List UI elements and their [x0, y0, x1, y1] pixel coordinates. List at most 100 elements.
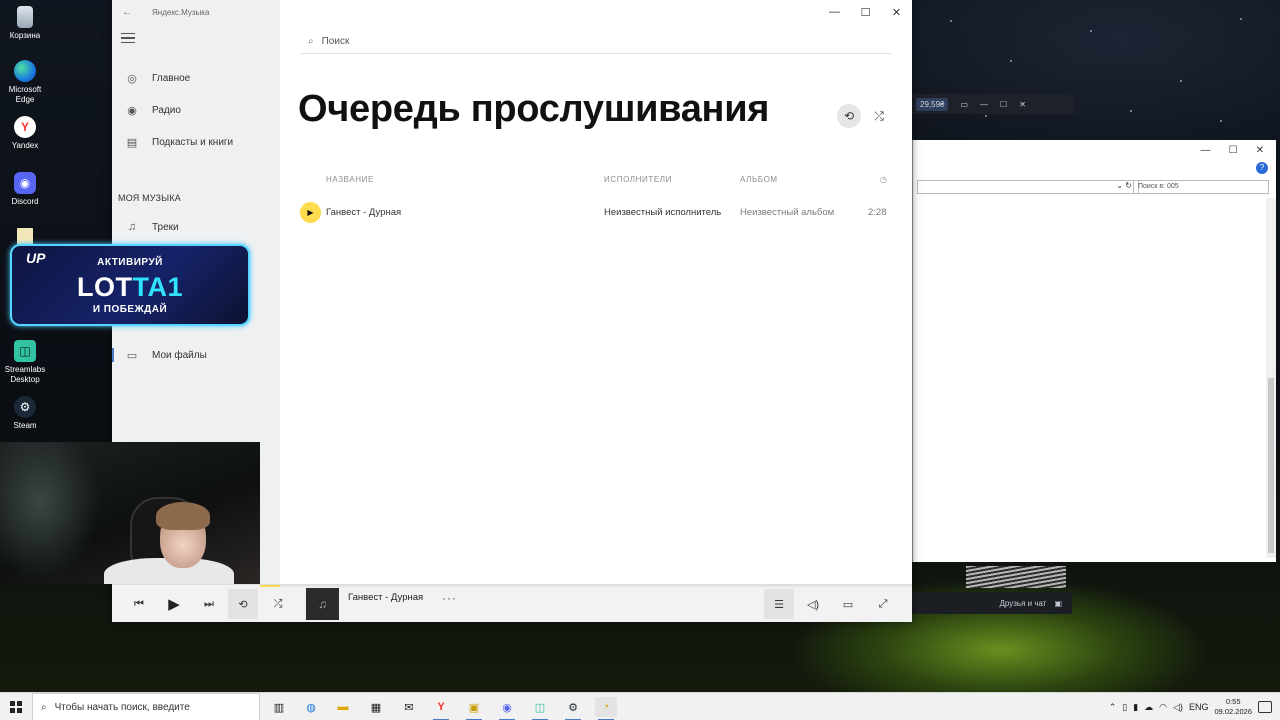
play-button[interactable]: ▶ [159, 589, 189, 619]
column-header-album[interactable]: АЛЬБОМ [740, 175, 778, 184]
clock[interactable]: 0:55 09.02.2026 [1214, 697, 1252, 717]
desktop-icon-yandex[interactable]: Y Yandex [0, 116, 50, 151]
promo-banner: UP АКТИВИРУЙ LOTTA1 И ПОБЕЖДАЙ [10, 244, 250, 326]
hamburger-menu-icon[interactable] [121, 33, 135, 43]
column-header-artists[interactable]: ИСПОЛНИТЕЛИ [604, 175, 672, 184]
task-view-icon[interactable]: ▥ [268, 697, 290, 717]
cloud-icon[interactable]: ☁ [1144, 702, 1153, 713]
back-arrow-icon[interactable]: ← [122, 7, 132, 18]
yandex-taskbar-icon[interactable]: Y [430, 697, 452, 720]
chevron-up-icon[interactable]: ⌃ [1109, 702, 1117, 713]
lock-app-icon[interactable]: ▣ [463, 697, 485, 720]
play-icon: ▶ [307, 208, 314, 217]
monitor-icon[interactable]: ▭ [960, 100, 968, 109]
mini-player-icon: ▭ [842, 598, 854, 611]
maximize-icon[interactable]: ☐ [1000, 100, 1007, 109]
track-title[interactable]: Ганвест - Дурная [326, 207, 401, 218]
explorer-scrollbar[interactable] [1266, 198, 1276, 558]
wifi-icon[interactable]: ◠ [1159, 702, 1167, 713]
play-track-button[interactable]: ▶ [300, 202, 321, 223]
sidebar-item-tracks[interactable]: ♫ Треки [112, 216, 280, 238]
desktop-icon-discord[interactable]: ◉ Discord [0, 172, 50, 207]
search-bar: ⌕ [300, 30, 892, 54]
desktop-icon-streamlabs[interactable]: ◫ Streamlabs Desktop [0, 340, 50, 385]
close-button[interactable]: ✕ [881, 0, 912, 24]
track-album[interactable]: Неизвестный альбом [740, 207, 834, 218]
next-icon: ⏭ [204, 597, 214, 610]
mail-icon[interactable]: ✉ [398, 697, 420, 717]
taskbar-search[interactable]: ⌕ Чтобы начать поиск, введите [32, 693, 260, 720]
volume-icon: ◁) [806, 598, 820, 611]
streamlabs-taskbar-icon[interactable]: ◫ [529, 697, 551, 720]
help-icon[interactable]: ? [1256, 162, 1268, 174]
explorer-search-input[interactable]: Поиск в: 005 [1133, 180, 1269, 194]
volume-icon[interactable]: ◁) [1173, 702, 1183, 713]
desktop-icon-steam[interactable]: ⚙ Steam [0, 396, 50, 431]
window-controls: — ☐ ✕ [819, 0, 912, 24]
start-button[interactable] [0, 693, 32, 720]
edge-taskbar-icon[interactable]: ◍ [300, 697, 322, 717]
network-icon[interactable]: ▯ [1122, 702, 1127, 713]
now-playing-title[interactable]: Ганвест - Дурная [348, 592, 423, 603]
language-indicator[interactable]: ENG [1189, 702, 1209, 712]
sidebar-item-label: Мои файлы [152, 349, 207, 361]
column-header-title[interactable]: НАЗВАНИЕ [326, 175, 374, 184]
folder-icon: ▭ [126, 349, 138, 362]
repeat-button[interactable]: ⟲ [228, 589, 258, 619]
yandex-music-taskbar-icon[interactable]: ◔ [595, 697, 617, 720]
minimize-button[interactable]: — [819, 0, 850, 24]
more-options-button[interactable]: ··· [442, 591, 457, 605]
mini-player-button[interactable]: ▭ [833, 589, 863, 619]
close-icon[interactable]: ✕ [1256, 145, 1264, 156]
promo-line2: И ПОБЕЖДАЙ [92, 304, 168, 315]
taskbar-search-placeholder: Чтобы начать поиск, введите [54, 701, 190, 713]
minimize-icon[interactable]: — [980, 100, 988, 109]
notifications-icon[interactable] [1258, 701, 1272, 713]
album-cover[interactable]: ♫ [306, 588, 339, 620]
podcasts-icon: ▤ [126, 136, 138, 149]
search-input[interactable] [321, 36, 822, 47]
maximize-icon[interactable]: ☐ [1229, 145, 1238, 156]
table-row[interactable]: ▶ Ганвест - Дурная Неизвестный исполните… [300, 202, 892, 224]
track-artist[interactable]: Неизвестный исполнитель [604, 207, 721, 218]
scrollbar-thumb[interactable] [1268, 378, 1274, 553]
minimize-icon[interactable]: — [1201, 145, 1211, 156]
desktop-icon-recycle-bin[interactable]: Корзина [0, 6, 50, 41]
explorer-titlebar: — ☐ ✕ [913, 140, 1276, 160]
player-bar: ⏮ ▶ ⏭ ⟲ ⤮ ♫ Ганвест - Дурная ··· ☰ ◁) ▭ … [112, 584, 912, 622]
sidebar-item-radio[interactable]: ◉ Радио [112, 99, 280, 121]
queue-list-icon: ☰ [774, 598, 784, 611]
fullscreen-button[interactable]: ⤢ [868, 589, 898, 619]
discord-taskbar-icon[interactable]: ◉ [496, 697, 518, 720]
file-explorer-icon[interactable]: ▬ [332, 697, 354, 717]
clock-time: 0:55 [1225, 697, 1241, 706]
shuffle-button[interactable]: ⤮ [263, 589, 293, 619]
volume-button[interactable]: ◁) [798, 589, 828, 619]
sidebar-item-home[interactable]: ◎ Главное [112, 67, 280, 89]
address-bar[interactable]: ⌄ ↻ [917, 180, 1139, 194]
shuffle-button[interactable]: ⤮ [867, 104, 891, 128]
desktop-icon-edge[interactable]: Microsoft Edge [0, 60, 50, 105]
maximize-button[interactable]: ☐ [850, 0, 881, 24]
previous-button[interactable]: ⏮ [124, 589, 154, 619]
note-icon: ♫ [318, 597, 327, 611]
streamer-hair [156, 502, 210, 530]
chat-icon: ▣ [1054, 598, 1062, 608]
desktop-icon-label: Yandex [11, 141, 39, 150]
steam-friends-bar[interactable]: Друзья и чат ▣ [912, 592, 1072, 614]
play-icon: ▶ [168, 596, 180, 613]
sidebar-item-my-files[interactable]: ▭ Мои файлы [112, 344, 280, 366]
close-icon[interactable]: ✕ [1019, 100, 1026, 109]
store-icon[interactable]: ▦ [365, 697, 387, 717]
steam-taskbar-icon[interactable]: ⚙ [562, 697, 584, 720]
sidebar-item-podcasts[interactable]: ▤ Подкасты и книги [112, 131, 280, 153]
search-icon: ⌕ [41, 701, 47, 713]
previous-icon: ⏮ [134, 597, 144, 610]
next-button[interactable]: ⏭ [194, 589, 224, 619]
queue-button[interactable]: ☰ [764, 589, 794, 619]
progress-bar[interactable] [260, 585, 912, 587]
search-icon: ⌕ [308, 36, 314, 47]
microphone-icon[interactable]: ▮ [1133, 702, 1138, 713]
repeat-button[interactable]: ⟲ [837, 104, 861, 128]
promo-code-part2: TA1 [132, 272, 183, 302]
